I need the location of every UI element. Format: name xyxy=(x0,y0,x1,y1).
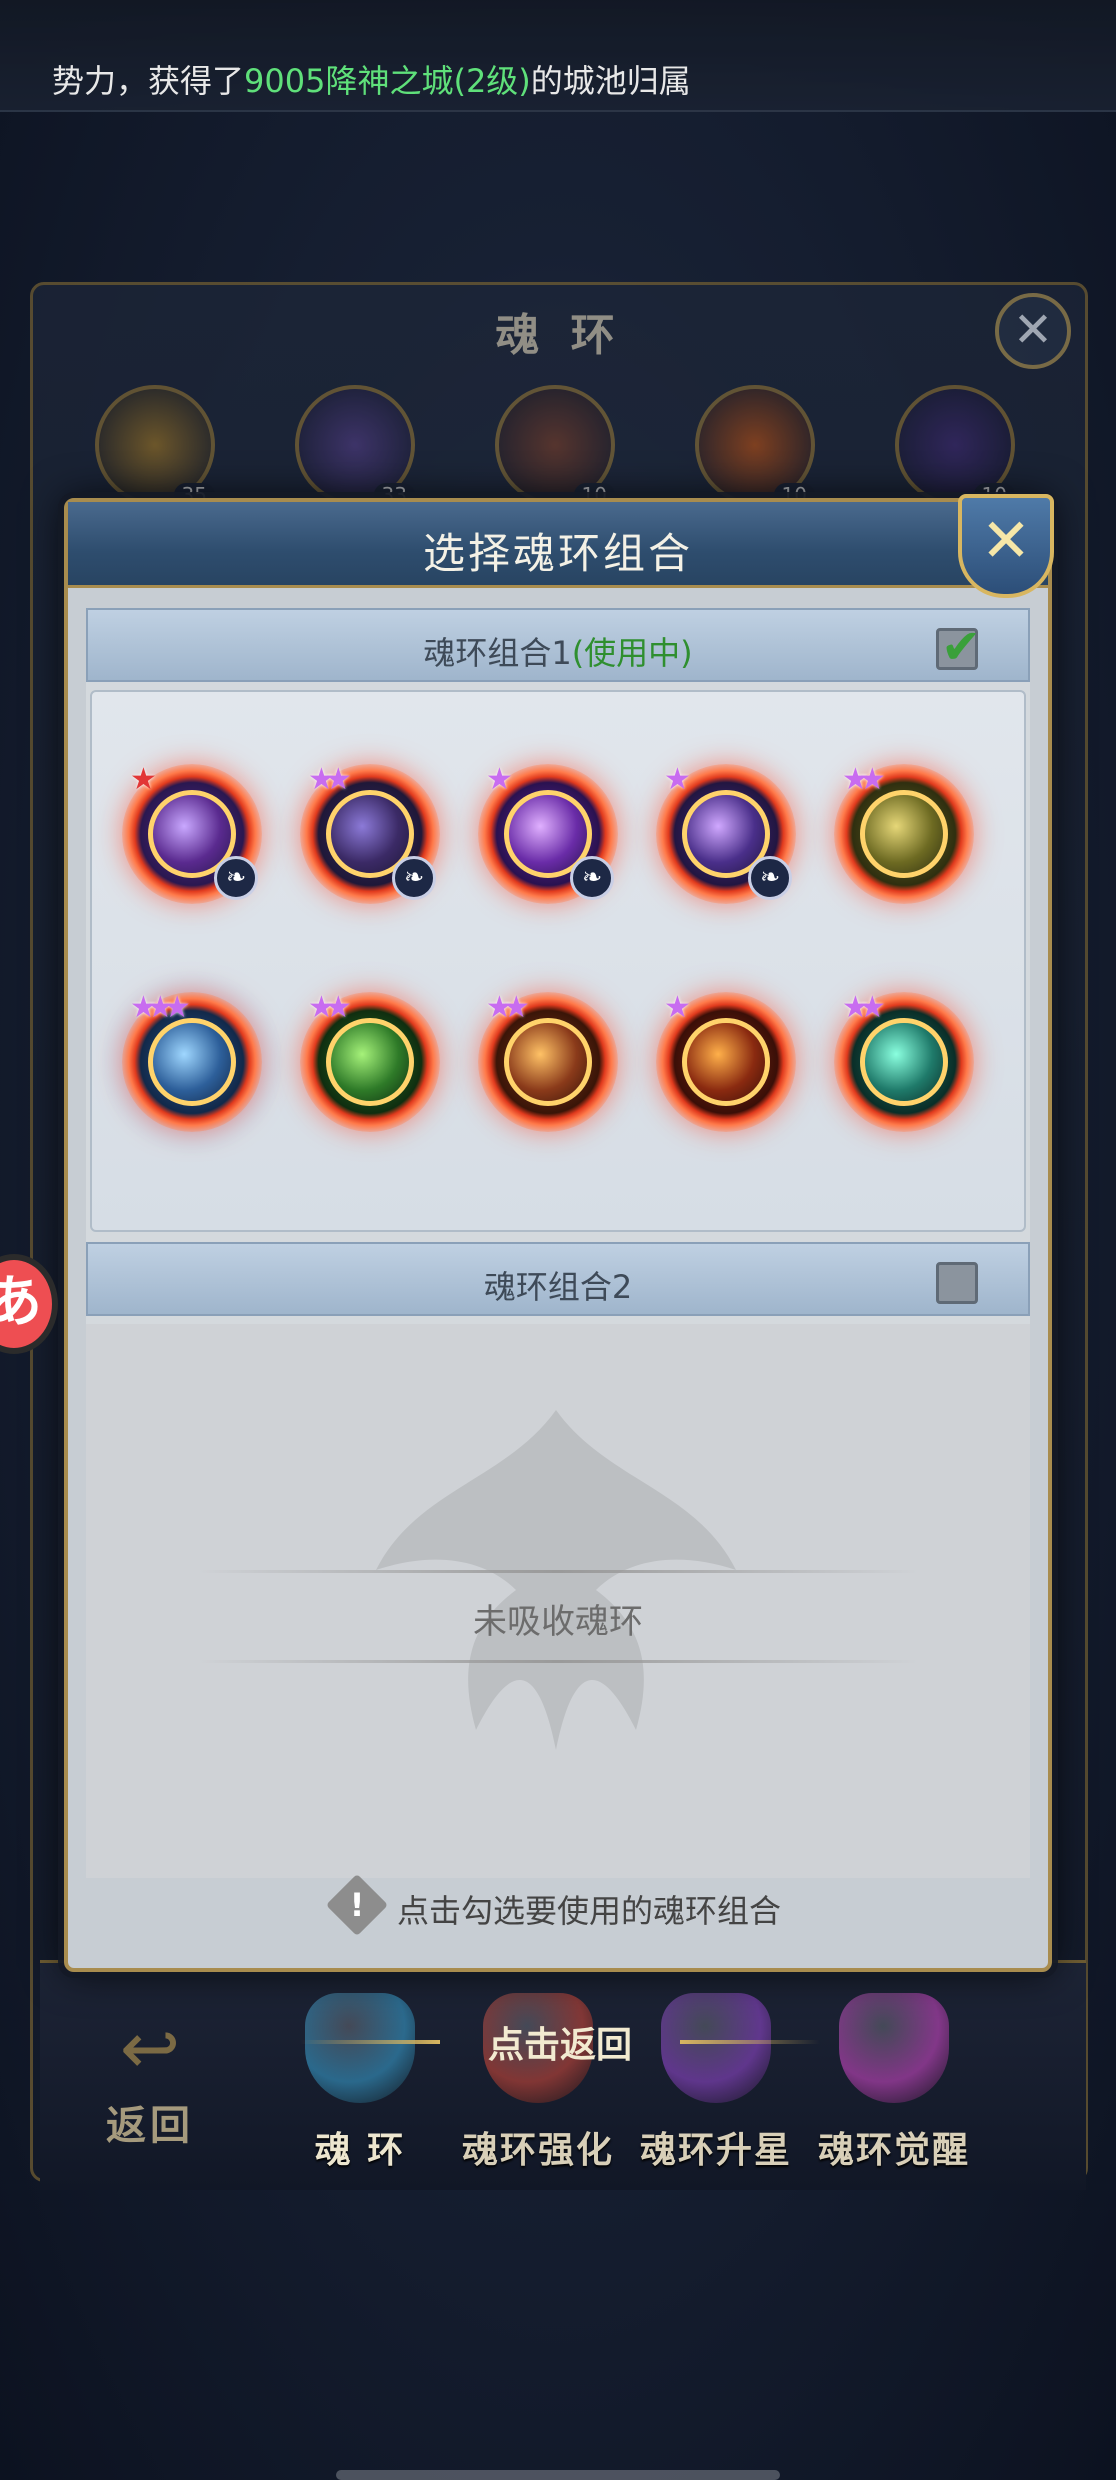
tap-to-return-hint[interactable]: 点击返回 xyxy=(390,2016,730,2068)
star-rating-icon: ★ xyxy=(664,990,691,1025)
ring-type-badge-icon: ❧ xyxy=(570,856,614,900)
bottom-tab-label: 魂环觉醒 xyxy=(817,2130,970,2171)
system-notice-bar: 势力，获得了9005降神之城(2级)的城池归属 xyxy=(0,0,1116,112)
empty-emblem-icon xyxy=(376,1410,736,1750)
ring-combo-1-rings: ★ ❧ ★★ ❧ ★ ❧ ★ ❧ ★★ ★★★ ★★ ★★ ★ ★★ xyxy=(90,690,1026,1232)
home-indicator[interactable] xyxy=(336,2470,780,2480)
empty-divider-top xyxy=(198,1570,918,1573)
ring-type-badge-icon: ❧ xyxy=(392,856,436,900)
soul-ring-core xyxy=(504,1018,592,1106)
soul-ring-icon[interactable]: ★★ xyxy=(834,990,974,1132)
return-arrow-icon: ↩ xyxy=(119,2006,181,2090)
soul-ring-core xyxy=(860,1018,948,1106)
soul-ring-icon[interactable]: ★★ xyxy=(300,990,440,1132)
ring-combo-1-checkbox[interactable] xyxy=(936,619,981,675)
ring-type-badge-icon: ❧ xyxy=(748,856,792,900)
star-rating-icon: ★ xyxy=(664,762,691,797)
star-rating-icon: ★★★ xyxy=(130,990,191,1025)
soul-ring-icon[interactable]: ★★ xyxy=(478,990,618,1132)
notice-text: 势力，获得了9005降神之城(2级)的城池归属 xyxy=(52,56,691,102)
notice-prefix: 势力，获得了 xyxy=(52,62,245,100)
soul-ring-icon[interactable]: ★ xyxy=(656,990,796,1132)
soul-ring-core xyxy=(326,1018,414,1106)
soul-ring-icon[interactable]: ★ ❧ xyxy=(122,762,262,904)
ring-combo-2-header[interactable]: 魂环组合2 xyxy=(86,1242,1030,1316)
dialog-close-button[interactable]: ✕ xyxy=(958,494,1054,598)
soul-ring-icon[interactable]: ★★ xyxy=(834,762,974,904)
star-rating-icon: ★★ xyxy=(308,990,352,1025)
star-rating-icon: ★ xyxy=(486,762,513,797)
dialog-body: 魂环组合1(使用中) ★❧★★❧★❧★❧★★★★★★★★★★★★ 魂环组合2 未… xyxy=(86,608,1030,1878)
dialog-header: 选择魂环组合 xyxy=(68,502,1048,588)
background-panel-title: 魂 环 xyxy=(495,310,623,361)
star-rating-icon: ★★ xyxy=(308,762,352,797)
ring-combo-1-title: 魂环组合1(使用中) xyxy=(88,628,1028,674)
select-ring-combo-dialog: 选择魂环组合 ✕ 魂环组合1(使用中) ★❧★★❧★❧★❧★★★★★★★★★★★… xyxy=(64,494,1054,1972)
ring-combo-1-header[interactable]: 魂环组合1(使用中) xyxy=(86,608,1030,682)
background-close-button[interactable]: ✕ xyxy=(995,293,1071,369)
no-rings-absorbed-text: 未吸收魂环 xyxy=(473,1602,643,1642)
background-avatar: 33 xyxy=(295,385,415,507)
ring-combo-2-checkbox[interactable] xyxy=(936,1262,978,1304)
bottom-tab-label: 魂 环 xyxy=(314,2130,406,2171)
selection-hint: ! 点击勾选要使用的魂环组合 xyxy=(68,1873,1048,1946)
notice-city-link[interactable]: 9005降神之城(2级) xyxy=(244,62,531,100)
crystal-gem-icon xyxy=(839,1993,949,2103)
star-rating-icon: ★★ xyxy=(842,762,886,797)
close-icon: ✕ xyxy=(1012,302,1054,358)
in-use-status: (使用中) xyxy=(571,634,693,672)
dialog-title: 选择魂环组合 xyxy=(422,529,693,578)
background-avatar: 10 xyxy=(495,385,615,507)
background-avatar: 35 xyxy=(95,385,215,507)
soul-ring-core xyxy=(860,790,948,878)
ring-type-badge-icon: ❧ xyxy=(214,856,258,900)
ring-combo-2-empty-area: 未吸收魂环 xyxy=(86,1324,1030,1878)
back-button-label: 返回 xyxy=(106,2103,194,2149)
soul-ring-icon[interactable]: ★ ❧ xyxy=(478,762,618,904)
star-rating-icon: ★ xyxy=(130,762,157,797)
star-rating-icon: ★★ xyxy=(842,990,886,1025)
background-avatar: 10 xyxy=(895,385,1015,507)
bottom-tab-label: 魂环升星 xyxy=(639,2130,792,2171)
soul-ring-icon[interactable]: ★★★ xyxy=(122,990,262,1132)
empty-divider-bottom xyxy=(198,1660,918,1663)
bottom-tab-bar: ↩ 返回 魂 环 魂环强化 魂环升星 魂环觉醒 xyxy=(40,1960,1086,2190)
bottom-tab-label: 魂环强化 xyxy=(461,2130,614,2171)
soul-ring-icon[interactable]: ★★ ❧ xyxy=(300,762,440,904)
close-icon: ✕ xyxy=(980,506,1032,576)
soul-ring-icon[interactable]: ★ ❧ xyxy=(656,762,796,904)
exclamation-icon: ! xyxy=(325,1873,389,1937)
bottom-tab[interactable]: 魂环觉醒 xyxy=(804,1993,984,2173)
ring-combo-2-title: 魂环组合2 xyxy=(483,1268,633,1306)
back-button[interactable]: ↩ 返回 xyxy=(60,2003,240,2163)
star-rating-icon: ★★ xyxy=(486,990,530,1025)
ring-combo-1-name: 魂环组合1 xyxy=(423,634,572,672)
background-avatar: 10 xyxy=(695,385,815,507)
selection-hint-text: 点击勾选要使用的魂环组合 xyxy=(396,1892,781,1930)
background-avatar-row: 35 33 10 10 10 xyxy=(95,385,1055,507)
soul-ring-core xyxy=(682,1018,770,1106)
soul-ring-core xyxy=(148,1018,236,1106)
notice-suffix: 的城池归属 xyxy=(530,62,691,100)
